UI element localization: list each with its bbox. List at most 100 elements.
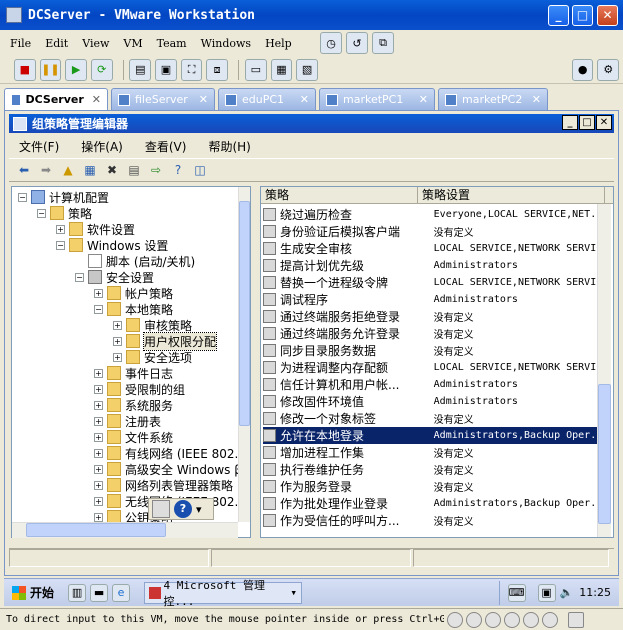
display-icon[interactable] xyxy=(542,611,558,628)
gpme-maximize-button[interactable]: □ xyxy=(579,115,595,130)
message-log-icon[interactable] xyxy=(568,611,584,628)
column-header-policy[interactable]: 策略 xyxy=(261,187,418,204)
minimize-button[interactable]: _ xyxy=(548,5,569,26)
menu-windows[interactable]: Windows xyxy=(201,37,251,50)
tab-marketpc2[interactable]: marketPC2 ✕ xyxy=(438,88,548,110)
tree-item[interactable]: + 高级安全 Windows β xyxy=(94,461,242,477)
hard-disk-icon[interactable] xyxy=(447,611,463,628)
menu-file[interactable]: File xyxy=(10,37,31,50)
expand-toggle-icon[interactable]: − xyxy=(56,240,65,250)
server-manager-icon[interactable]: ▥ xyxy=(68,583,87,602)
tree-item[interactable]: + 文件系统 xyxy=(94,429,173,445)
tab-marketpc1[interactable]: marketPC1 ✕ xyxy=(319,88,435,110)
tree-item[interactable]: 脚本 (启动/关机) xyxy=(75,253,195,269)
tree-item[interactable]: + 审核策略 xyxy=(113,317,192,333)
show-desktop-icon[interactable]: ▬ xyxy=(90,583,109,602)
tree-vertical-scrollbar[interactable] xyxy=(238,187,250,522)
policy-row[interactable]: 同步目录服务数据 没有定义 xyxy=(263,342,597,359)
expand-toggle-icon[interactable]: − xyxy=(37,208,46,218)
menu-view[interactable]: View xyxy=(82,37,109,50)
export-list-icon[interactable]: ⇨ xyxy=(147,161,165,179)
policy-row[interactable]: 作为服务登录 没有定义 xyxy=(263,478,597,495)
menu-team[interactable]: Team xyxy=(157,37,187,50)
summary-view-icon[interactable]: ▧ xyxy=(296,58,318,81)
menu-edit[interactable]: Edit xyxy=(45,37,68,50)
sound-icon[interactable] xyxy=(523,611,539,628)
network-icon[interactable]: ▣ xyxy=(537,583,556,602)
policy-row[interactable]: 增加进程工作集 没有定义 xyxy=(263,444,597,461)
expand-toggle-icon[interactable]: + xyxy=(94,496,103,506)
chevron-down-icon[interactable]: ▾ xyxy=(196,503,202,516)
policy-row[interactable]: 通过终端服务拒绝登录 没有定义 xyxy=(263,308,597,325)
tree-item[interactable]: + 受限制的组 xyxy=(94,381,185,397)
reset-icon[interactable]: ⟳ xyxy=(90,58,113,81)
settings-icon[interactable]: ⚙ xyxy=(597,58,620,81)
close-icon[interactable]: ✕ xyxy=(191,93,208,106)
internet-explorer-icon[interactable]: e xyxy=(112,583,131,602)
taskbar-item-mmc[interactable]: 4 Microsoft 管理控... ▾ xyxy=(144,579,303,608)
expand-toggle-icon[interactable]: + xyxy=(94,448,103,458)
show-sidebar-icon[interactable]: ▤ xyxy=(129,58,152,81)
column-header-setting[interactable]: 策略设置 xyxy=(418,187,605,204)
volume-icon[interactable]: 🔈 xyxy=(560,586,574,599)
revert-snapshot-icon[interactable]: ↺ xyxy=(346,32,368,54)
network-adapter-icon[interactable] xyxy=(485,611,501,628)
power-off-icon[interactable]: ■ xyxy=(14,58,36,81)
unity-icon[interactable]: ⧈ xyxy=(206,58,228,81)
policy-row[interactable]: 作为批处理作业登录 Administrators,Backup Oper... xyxy=(263,495,597,512)
console-view-icon[interactable]: ▭ xyxy=(244,58,267,81)
policy-row[interactable]: 作为受信任的呼叫方... 没有定义 xyxy=(263,512,597,529)
policy-row[interactable]: 允许在本地登录 Administrators,Backup Oper... xyxy=(263,427,597,444)
tree-horizontal-scrollbar[interactable] xyxy=(12,522,238,538)
policy-row[interactable]: 身份验证后模拟客户端 没有定义 xyxy=(263,223,597,240)
gpme-menu-view[interactable]: 查看(V) xyxy=(145,138,187,155)
tree-item[interactable]: + 系统服务 xyxy=(94,397,173,413)
policy-row[interactable]: 执行卷维护任务 没有定义 xyxy=(263,461,597,478)
expand-toggle-icon[interactable]: + xyxy=(113,352,122,362)
expand-toggle-icon[interactable]: − xyxy=(75,272,84,282)
tab-dcserver[interactable]: DCServer ✕ xyxy=(4,88,108,110)
expand-toggle-icon[interactable]: + xyxy=(94,416,103,426)
expand-toggle-icon[interactable]: + xyxy=(94,288,103,298)
power-on-icon[interactable]: ▶ xyxy=(65,58,87,81)
gpme-close-button[interactable]: ✕ xyxy=(596,115,612,130)
expand-toggle-icon[interactable]: + xyxy=(94,464,103,474)
delete-icon[interactable]: ✖ xyxy=(103,161,121,179)
gpme-menu-help[interactable]: 帮助(H) xyxy=(208,138,250,155)
maximize-button[interactable]: □ xyxy=(572,5,593,26)
expand-toggle-icon[interactable]: + xyxy=(94,480,103,490)
tree-item[interactable]: − Windows 设置 xyxy=(56,237,168,253)
gpme-menu-action[interactable]: 操作(A) xyxy=(81,138,123,155)
close-icon[interactable]: ✕ xyxy=(411,93,428,106)
tree-item[interactable]: + 网络列表管理器策略 xyxy=(94,477,233,493)
full-screen-icon[interactable]: ⛶ xyxy=(180,58,203,81)
policy-row[interactable]: 替换一个进程级令牌 LOCAL SERVICE,NETWORK SERVICE xyxy=(263,274,597,291)
policy-row[interactable]: 修改固件环境值 Administrators xyxy=(263,393,597,410)
forward-arrow-icon[interactable]: ➡ xyxy=(37,161,55,179)
back-arrow-icon[interactable]: ⬅ xyxy=(15,161,33,179)
up-folder-icon[interactable]: ▲ xyxy=(59,161,77,179)
policy-row[interactable]: 信任计算机和用户帐... Administrators xyxy=(263,376,597,393)
close-icon[interactable]: ✕ xyxy=(84,93,101,106)
properties-icon[interactable]: ▤ xyxy=(125,161,143,179)
tree-item[interactable]: − 策略 xyxy=(37,205,92,221)
expand-toggle-icon[interactable]: + xyxy=(113,320,122,330)
record-icon[interactable]: ● xyxy=(571,58,594,81)
tree-item[interactable]: + 软件设置 xyxy=(56,221,135,237)
expand-toggle-icon[interactable]: + xyxy=(94,400,103,410)
snapshot-manager-icon[interactable]: ⧉ xyxy=(372,32,394,54)
start-button[interactable]: 开始 xyxy=(6,581,60,605)
list-scroll-thumb[interactable] xyxy=(598,384,611,524)
tree-item[interactable]: − 本地策略 xyxy=(94,301,173,317)
gpme-minimize-button[interactable]: _ xyxy=(562,115,578,130)
show-hide-action-pane-icon[interactable]: ◫ xyxy=(191,161,209,179)
close-icon[interactable]: ✕ xyxy=(524,93,541,106)
snapshot-icon[interactable]: ◷ xyxy=(320,32,342,54)
cd-rom-icon[interactable] xyxy=(466,611,482,628)
tree-item[interactable]: + 注册表 xyxy=(94,413,161,429)
menu-vm[interactable]: VM xyxy=(123,37,142,50)
tree-item[interactable]: + 有线网络 (IEEE 802. xyxy=(94,445,238,461)
close-button[interactable]: ✕ xyxy=(597,5,618,26)
policy-row[interactable]: 修改一个对象标签 没有定义 xyxy=(263,410,597,427)
show-tree-icon[interactable]: ▦ xyxy=(81,161,99,179)
